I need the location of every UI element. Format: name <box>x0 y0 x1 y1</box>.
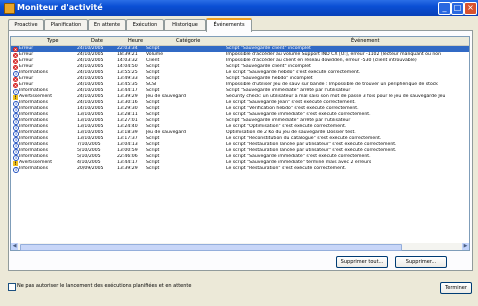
terminate-button[interactable]: Terminer <box>440 282 472 294</box>
error-icon: × <box>13 82 18 88</box>
horizontal-scrollbar[interactable]: ◀ ▶ <box>10 243 470 251</box>
delete-all-button[interactable]: Supprimer tout... <box>336 256 388 268</box>
disable-scheduled-runs-checkbox[interactable] <box>8 283 16 291</box>
event-list[interactable]: Type Date Heure Catégorie Événement × Err… <box>10 36 470 245</box>
close-window-button[interactable]: × <box>464 2 477 15</box>
minimize-button[interactable]: _ <box>438 2 451 15</box>
column-header-event[interactable]: Événement <box>351 37 380 45</box>
list-header: Type Date Heure Catégorie Événement <box>11 37 469 46</box>
tab-evenements[interactable]: Événements <box>206 18 252 32</box>
cell-time: 13:39:29 <box>117 166 138 171</box>
cell-category: Script <box>146 166 160 171</box>
error-icon: × <box>13 58 18 64</box>
cell-event: Le script "Restauration" s'est exécuté c… <box>226 166 347 171</box>
cell-type: Informations <box>19 166 48 171</box>
error-icon: × <box>13 52 18 58</box>
tab-historique[interactable]: Historique <box>164 19 206 30</box>
column-header-type[interactable]: Type <box>47 37 58 45</box>
scroll-thumb[interactable] <box>20 244 402 251</box>
maximize-button[interactable]: □ <box>451 2 464 15</box>
table-row[interactable]: i Informations 20/09/2005 13:39:29 Script Le … <box>11 166 469 173</box>
error-icon: × <box>13 76 18 82</box>
tab-planification[interactable]: Planification <box>44 19 88 30</box>
error-icon: × <box>13 64 18 70</box>
column-header-time[interactable]: Heure <box>128 37 143 45</box>
tab-en-attente[interactable]: En attente <box>88 19 126 30</box>
warning-icon: ! <box>13 94 18 100</box>
column-header-category[interactable]: Catégorie <box>176 37 200 45</box>
column-header-date[interactable]: Date <box>91 37 103 45</box>
scroll-left-arrow-icon[interactable]: ◀ <box>11 243 18 250</box>
warning-icon: ! <box>13 160 18 166</box>
event-rows: × Erreur 24/10/2005 22:03:34 Script Script "S… <box>11 46 469 173</box>
window-title: Moniteur d'activité <box>17 3 103 12</box>
cell-date: 20/09/2005 <box>77 166 104 171</box>
scroll-right-arrow-icon[interactable]: ▶ <box>462 243 469 250</box>
delete-button[interactable]: Supprimer... <box>395 256 447 268</box>
title-bar: Moniteur d'activité _ □ × <box>0 0 478 16</box>
disable-scheduled-runs-label: Ne pas autoriser le lancement des exécut… <box>17 283 192 289</box>
error-icon: × <box>13 46 18 52</box>
tab-proactive[interactable]: Proactive <box>8 19 44 30</box>
tab-execution[interactable]: Exécution <box>126 19 164 30</box>
activity-monitor-app-icon <box>4 3 15 14</box>
